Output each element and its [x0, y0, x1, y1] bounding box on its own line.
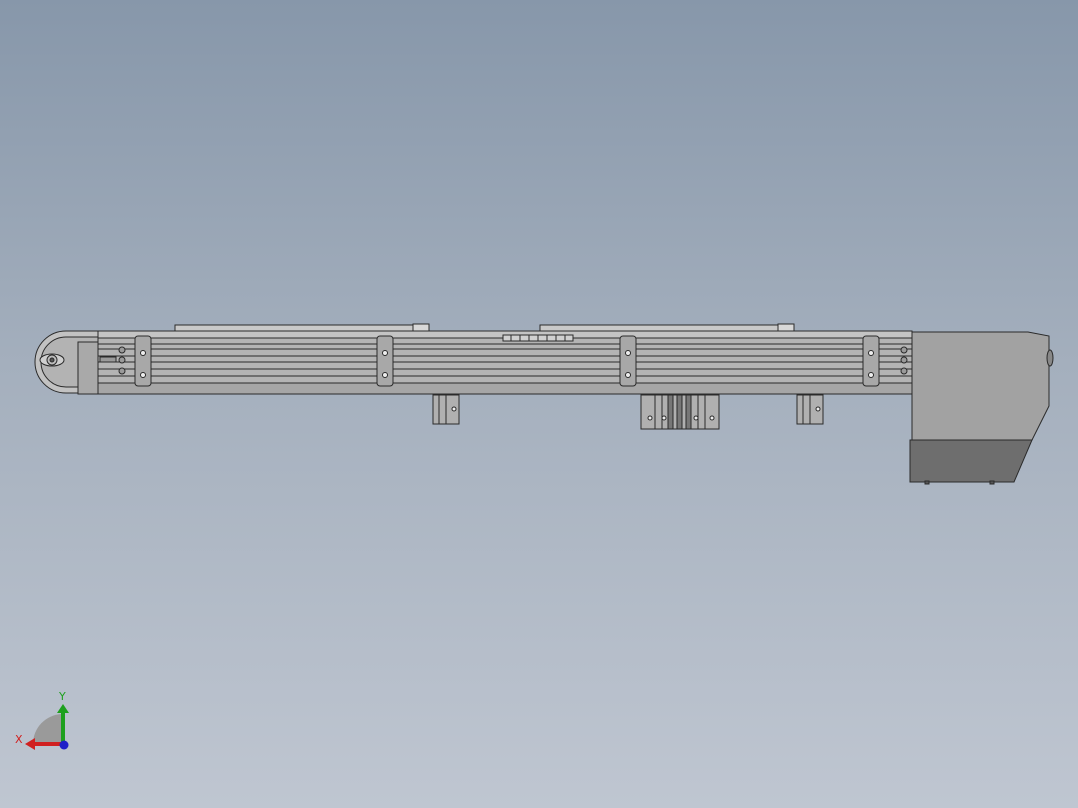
- orientation-triad[interactable]: Y X: [15, 690, 69, 750]
- frame-label-strip: [502, 334, 574, 342]
- side-bracket: [862, 335, 880, 387]
- x-axis-arrowhead: [25, 738, 35, 750]
- y-axis-arrowhead: [57, 704, 69, 713]
- idler-pulley-end: [34, 330, 99, 395]
- center-support-block: [640, 394, 720, 430]
- drive-motor-housing: [909, 331, 1054, 485]
- conveyor-assembly[interactable]: [34, 323, 1054, 485]
- side-bracket: [619, 335, 637, 387]
- side-bracket: [134, 335, 152, 387]
- side-bracket: [376, 335, 394, 387]
- support-foot: [796, 394, 824, 425]
- support-feet: [432, 394, 824, 430]
- y-axis-label: Y: [58, 690, 66, 703]
- x-axis-label: X: [15, 733, 23, 746]
- z-axis-dot: [59, 740, 69, 750]
- cad-viewport[interactable]: Y X: [0, 0, 1078, 808]
- triad-plane-indicator: [32, 714, 62, 744]
- support-foot: [432, 394, 460, 425]
